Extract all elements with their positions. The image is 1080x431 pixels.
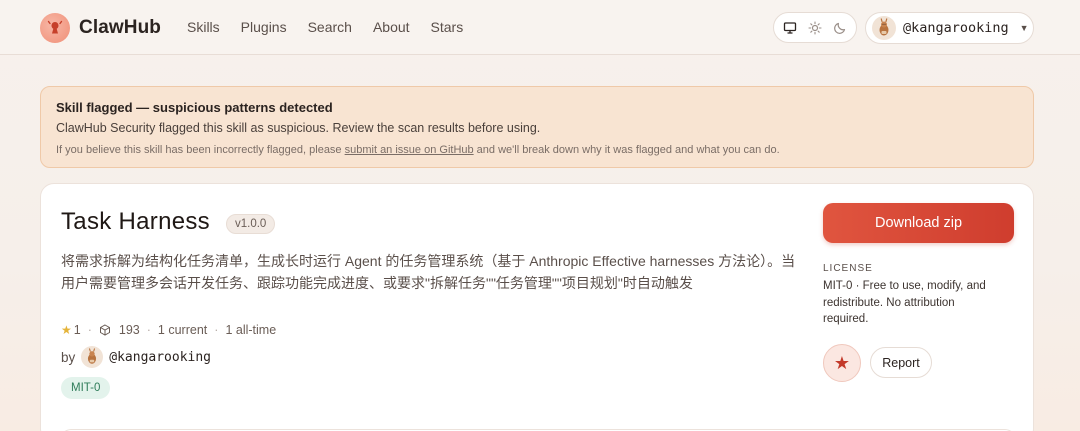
brand-name: ClawHub bbox=[79, 17, 161, 38]
report-button[interactable]: Report bbox=[870, 347, 932, 378]
banner-text: ClawHub Security flagged this skill as s… bbox=[56, 121, 541, 135]
star-count-icon: ★ bbox=[61, 323, 72, 337]
author-avatar[interactable] bbox=[81, 346, 104, 368]
nav-stars[interactable]: Stars bbox=[431, 19, 464, 35]
title-row: Task Harness v1.0.0 bbox=[61, 208, 276, 236]
github-issue-link[interactable]: submit an issue on GitHub bbox=[345, 144, 474, 156]
skill-title: Task Harness bbox=[61, 208, 210, 235]
license-tag: MIT-0 bbox=[61, 377, 111, 399]
star-icon: ★ bbox=[833, 352, 851, 373]
brand[interactable]: ClawHub bbox=[40, 12, 161, 44]
star-button[interactable]: ★ bbox=[823, 344, 861, 382]
skill-description: 将需求拆解为结构化任务清单，生成长时运行 Agent 的任务管理系统（基于 An… bbox=[61, 253, 796, 291]
flag-warning-banner: Skill flagged — suspicious patterns dete… bbox=[40, 86, 1034, 168]
current-installs: 1 current bbox=[157, 323, 208, 337]
package-icon bbox=[99, 324, 111, 336]
avatar bbox=[872, 16, 896, 40]
nav-search[interactable]: Search bbox=[308, 19, 352, 35]
by-label: by bbox=[61, 349, 76, 365]
nav-skills[interactable]: Skills bbox=[187, 19, 220, 35]
version-badge: v1.0.0 bbox=[225, 214, 276, 234]
author-name[interactable]: @kangarooking bbox=[109, 350, 211, 365]
user-menu[interactable]: @kangarooking ▼ bbox=[865, 12, 1034, 44]
author-row: by @kangarooking bbox=[61, 346, 211, 368]
download-zip-button[interactable]: Download zip bbox=[823, 203, 1014, 243]
sun-icon[interactable] bbox=[804, 17, 826, 39]
nav-plugins[interactable]: Plugins bbox=[241, 19, 287, 35]
theme-toggle bbox=[773, 12, 857, 43]
moon-icon[interactable] bbox=[829, 17, 851, 39]
top-nav-bar: ClawHub Skills Plugins Search About Star… bbox=[0, 0, 1080, 55]
banner-title: Skill flagged — suspicious patterns dete… bbox=[56, 100, 333, 115]
banner-note: If you believe this skill has been incor… bbox=[56, 144, 1018, 156]
skill-stats: ★ 1 · 193 · 1 current · 1 all-time bbox=[61, 323, 277, 337]
main-nav: Skills Plugins Search About Stars bbox=[187, 19, 484, 35]
skill-card: Task Harness v1.0.0 将需求拆解为结构化任务清单，生成长时运行… bbox=[40, 183, 1034, 431]
all-time-installs: 1 all-time bbox=[225, 323, 277, 337]
user-name: @kangarooking bbox=[903, 20, 1009, 36]
nav-about[interactable]: About bbox=[373, 19, 410, 35]
banner-note-before: If you believe this skill has been incor… bbox=[56, 144, 345, 156]
download-count: 193 bbox=[118, 323, 140, 337]
license-heading: LICENSE bbox=[823, 263, 873, 274]
license-text: MIT-0 · Free to use, modify, and redistr… bbox=[823, 280, 986, 325]
banner-note-after: and we'll break down why it was flagged … bbox=[473, 144, 780, 156]
lobster-logo-icon bbox=[40, 13, 70, 43]
monitor-icon[interactable] bbox=[779, 17, 801, 39]
star-count: 1 bbox=[73, 323, 81, 337]
chevron-down-icon: ▼ bbox=[1019, 23, 1029, 33]
